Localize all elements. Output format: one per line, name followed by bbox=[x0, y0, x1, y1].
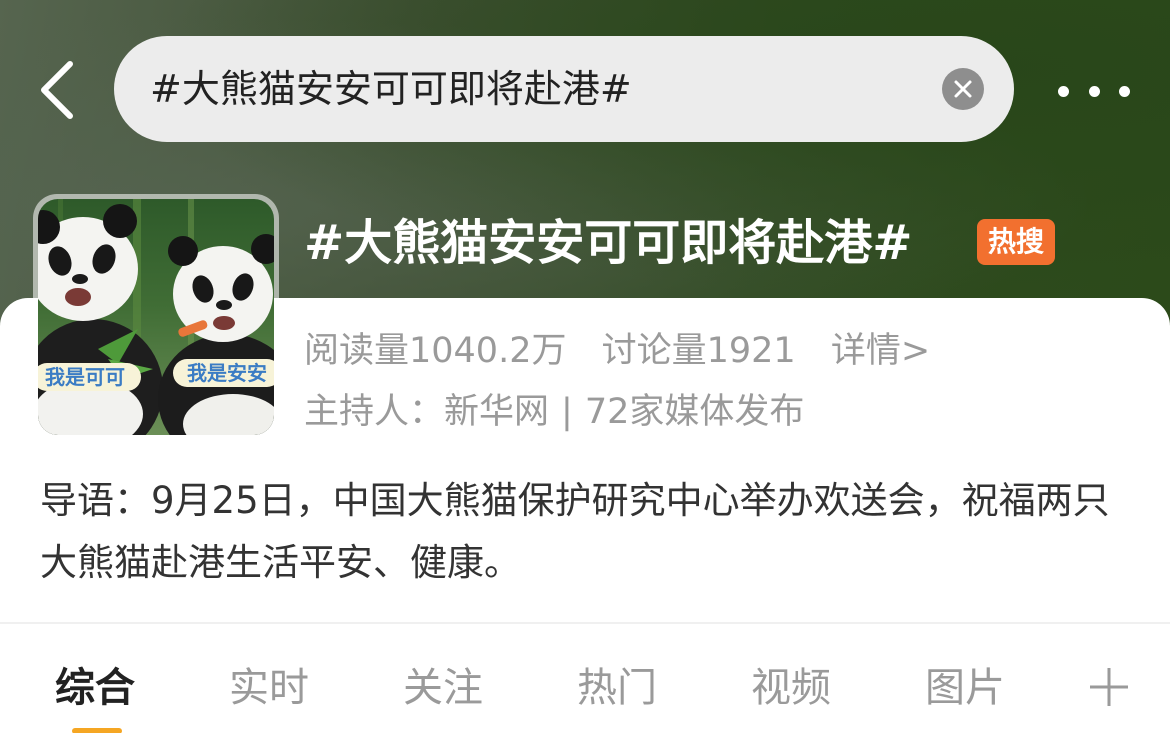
search-input[interactable]: #大熊猫安安可可即将赴港# bbox=[114, 36, 1014, 142]
section-divider bbox=[0, 622, 1170, 624]
search-query-text: #大熊猫安安可可即将赴港# bbox=[150, 67, 632, 111]
tab-following[interactable]: 关注 bbox=[403, 660, 483, 716]
media-count[interactable]: 72家媒体发布 bbox=[585, 392, 805, 432]
panda-illustration: 我是可可 我是安安 bbox=[38, 199, 274, 435]
host-name[interactable]: 主持人：新华网 bbox=[304, 392, 549, 432]
active-tab-indicator bbox=[72, 728, 122, 733]
host-separator: | bbox=[561, 392, 573, 432]
add-tab-button[interactable] bbox=[1088, 666, 1130, 708]
more-options-button[interactable] bbox=[1058, 80, 1130, 102]
discussion-count: 讨论量1921 bbox=[601, 331, 796, 371]
tab-video[interactable]: 视频 bbox=[751, 660, 831, 716]
panda-photo: 我是可可 我是安安 bbox=[38, 199, 274, 435]
topic-intro: 导语：9月25日，中国大熊猫保护研究中心举办欢送会，祝福两只大熊猫赴港生活平安、… bbox=[40, 479, 1110, 584]
tab-realtime[interactable]: 实时 bbox=[229, 660, 309, 716]
topic-host-line: 主持人：新华网 | 72家媒体发布 bbox=[304, 389, 804, 435]
tab-images[interactable]: 图片 bbox=[925, 660, 1005, 716]
read-count: 阅读量1040.2万 bbox=[304, 331, 567, 371]
back-button[interactable] bbox=[36, 58, 80, 122]
right-sign-text: 我是安安 bbox=[187, 361, 267, 385]
hot-search-badge: 热搜 bbox=[977, 219, 1055, 265]
more-icon-dot bbox=[1088, 85, 1100, 97]
details-link[interactable]: 详情> bbox=[831, 331, 930, 371]
topic-title: #大熊猫安安可可即将赴港# bbox=[304, 215, 913, 271]
back-arrow-icon bbox=[41, 61, 73, 119]
left-sign-text: 我是可可 bbox=[45, 365, 125, 389]
topic-stats: 阅读量1040.2万 讨论量1921 详情> bbox=[304, 328, 954, 374]
tab-comprehensive[interactable]: 综合 bbox=[55, 660, 135, 716]
clear-search-button[interactable] bbox=[942, 68, 984, 110]
more-icon-dot bbox=[1119, 85, 1130, 97]
clear-icon bbox=[954, 80, 972, 98]
feed-tabs: 综合 实时 关注 热门 视频 图片 bbox=[0, 650, 1170, 733]
more-icon-dot bbox=[1058, 85, 1069, 97]
tab-hot[interactable]: 热门 bbox=[577, 660, 657, 716]
plus-icon bbox=[1090, 668, 1128, 706]
topic-avatar[interactable]: 我是可可 我是安安 bbox=[33, 194, 279, 440]
